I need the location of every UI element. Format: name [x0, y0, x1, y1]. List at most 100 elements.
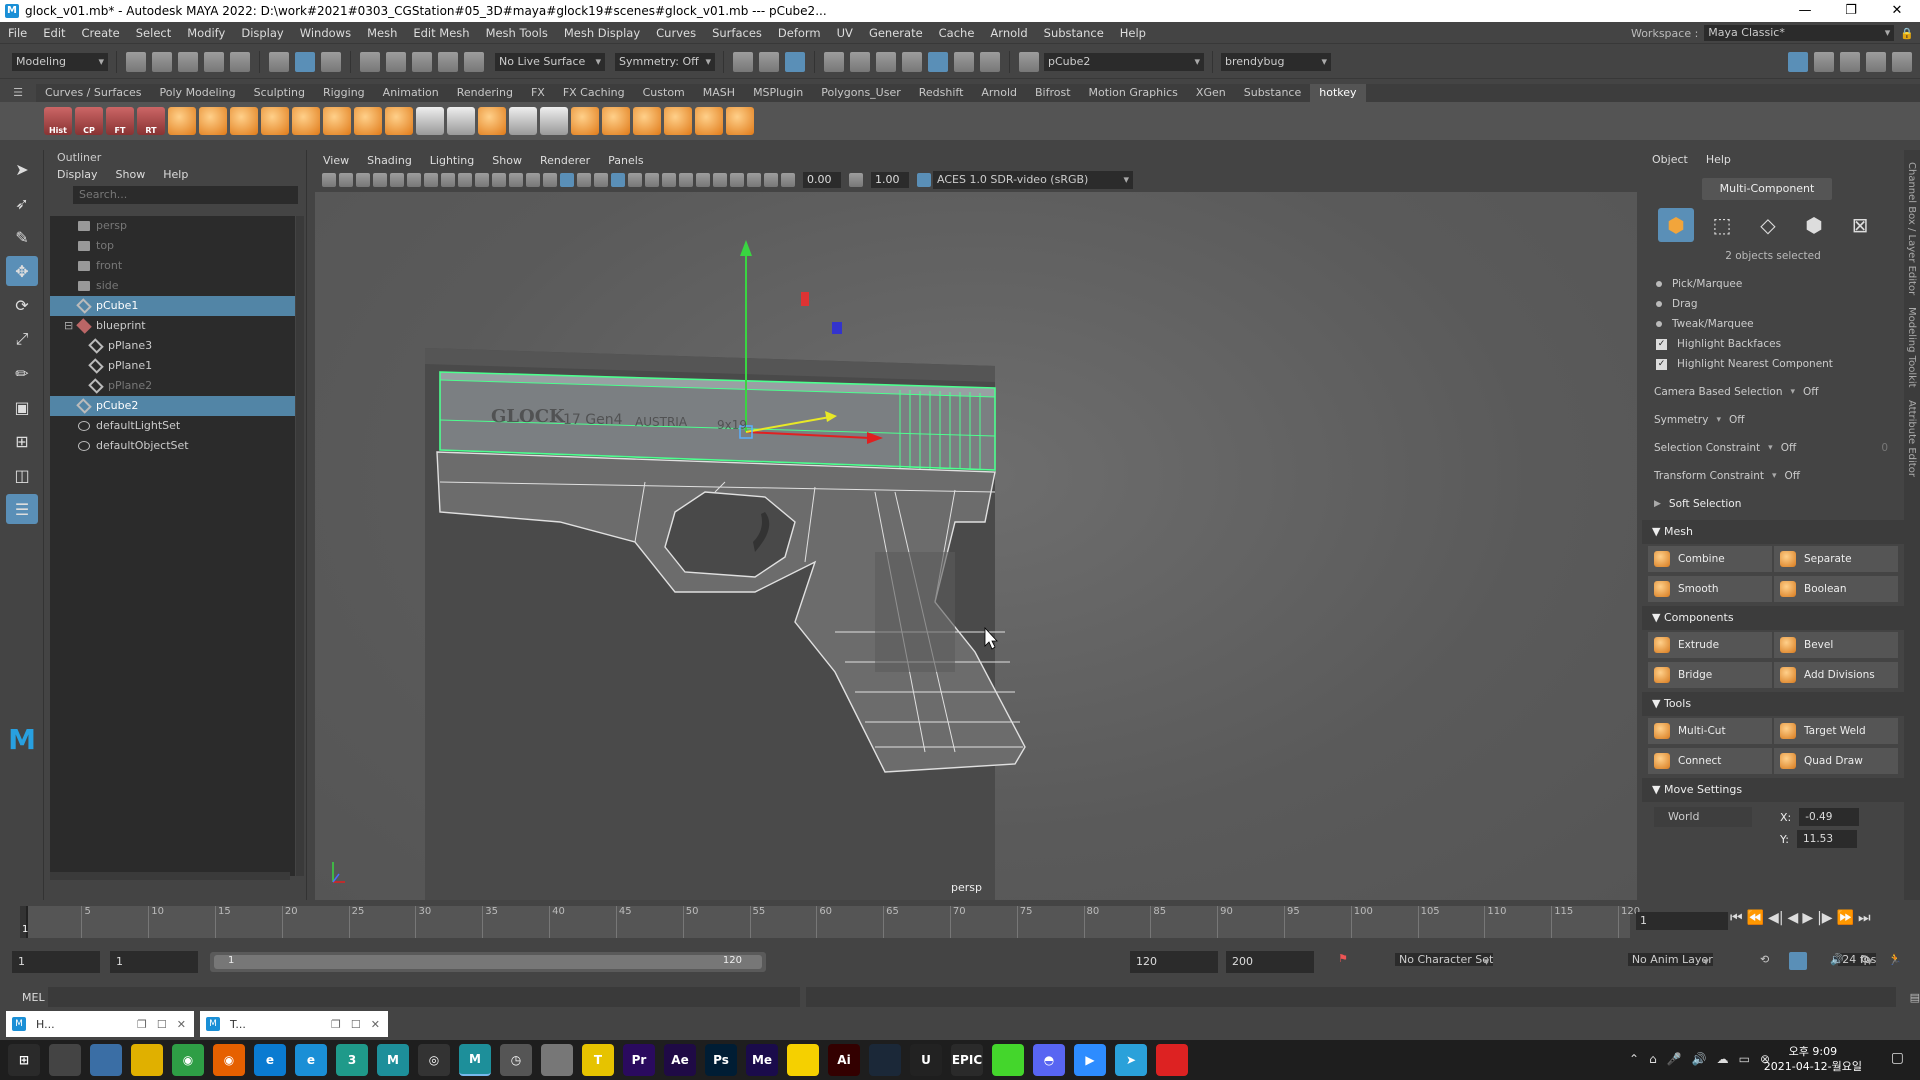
shadows-icon[interactable]	[645, 173, 659, 187]
bridge-button[interactable]: Bridge	[1648, 662, 1772, 688]
isolate-select-icon[interactable]	[713, 173, 727, 187]
menu-windows[interactable]: Windows	[292, 26, 359, 40]
extrude-icon[interactable]	[571, 107, 599, 135]
bridge-icon[interactable]	[602, 107, 630, 135]
menu-create[interactable]: Create	[74, 26, 128, 40]
shelf-tab-animation[interactable]: Animation	[374, 84, 448, 102]
four-view-icon[interactable]: ⊞	[6, 426, 38, 456]
new-scene-icon[interactable]	[126, 51, 146, 72]
object-mode-icon[interactable]: ⬢	[1658, 208, 1694, 242]
target-weld-button[interactable]: Target Weld	[1774, 718, 1898, 744]
scene-start-field[interactable]: 1	[12, 951, 100, 973]
side-tab[interactable]: Modeling Toolkit	[1906, 307, 1917, 388]
snap-curve-icon[interactable]	[386, 51, 406, 72]
shelf-tab-motion-graphics[interactable]: Motion Graphics	[1080, 84, 1187, 102]
step-back-key-icon[interactable]: ⏪	[1747, 910, 1764, 926]
save-scene-icon[interactable]	[178, 51, 198, 72]
menu-display[interactable]: Display	[233, 26, 291, 40]
channel-box-icon[interactable]	[1892, 51, 1912, 72]
toggle-ui-icon[interactable]	[1788, 51, 1808, 72]
boolean-icon[interactable]	[726, 107, 754, 135]
render-current-icon[interactable]	[824, 51, 844, 72]
shelf-tab-sculpting[interactable]: Sculpting	[245, 84, 314, 102]
center-pivot-icon[interactable]	[416, 107, 444, 135]
viewport-canvas[interactable]: GLOCK 17 Gen4 AUSTRIA 9x19 persp	[315, 192, 1637, 900]
playback-end-field[interactable]: 120	[1130, 951, 1218, 973]
step-forward-frame-icon[interactable]: |▶	[1817, 910, 1832, 926]
quad-draw-button[interactable]: Quad Draw	[1774, 748, 1898, 774]
section-header-tools[interactable]: ▼ Tools	[1642, 692, 1904, 716]
field-chart-icon[interactable]	[492, 173, 506, 187]
dropdown-arrow-icon[interactable]: ▾	[1768, 443, 1773, 453]
pick-option[interactable]: Drag	[1642, 294, 1904, 314]
files-icon[interactable]	[131, 1044, 163, 1076]
wireframe-icon[interactable]	[543, 173, 557, 187]
play-backward-icon[interactable]: ◀	[1788, 910, 1799, 926]
viewport-menu-view[interactable]: View	[323, 152, 349, 170]
redo-icon[interactable]	[230, 51, 250, 72]
grease-pencil-icon[interactable]	[407, 173, 421, 187]
open-scene-icon[interactable]	[152, 51, 172, 72]
menu-help[interactable]: Help	[1112, 26, 1154, 40]
select-hierarchy-icon[interactable]	[269, 51, 289, 72]
mel-label[interactable]: MEL	[0, 991, 48, 1004]
tray-chevron-icon[interactable]: ⌃	[1629, 1052, 1639, 1066]
obs-icon[interactable]: ◎	[418, 1044, 450, 1076]
shelf-menu-icon[interactable]: ☰	[0, 86, 36, 99]
shelf-tab-hotkey[interactable]: hotkey	[1310, 84, 1366, 102]
notification-icon[interactable]: ▢	[1891, 1050, 1904, 1066]
clock-icon[interactable]: ◷	[500, 1044, 532, 1076]
anim-prefs-icon[interactable]: ⚙	[1860, 953, 1870, 966]
mic-icon[interactable]: 🎤	[1667, 1052, 1682, 1066]
outliner-menu-help[interactable]: Help	[163, 166, 188, 184]
maximize-icon[interactable]: ☐	[157, 1018, 167, 1031]
select-component-icon[interactable]	[321, 51, 341, 72]
hypershade-icon[interactable]	[928, 51, 948, 72]
safe-title-icon[interactable]	[526, 173, 540, 187]
script-editor-icon[interactable]: ▤	[1910, 991, 1920, 1004]
side-tab[interactable]: Attribute Editor	[1906, 400, 1917, 477]
menu-mesh[interactable]: Mesh	[359, 26, 405, 40]
epic-icon[interactable]: EPIC	[951, 1044, 983, 1076]
symmetry-dropdown[interactable]: Symmetry: Off	[615, 52, 715, 71]
maximize-icon[interactable]: ☐	[351, 1018, 361, 1031]
dropdown-arrow-icon[interactable]: ▾	[1791, 387, 1796, 397]
checkbox-checked-icon[interactable]: ✓	[1656, 358, 1667, 370]
outliner-item[interactable]: defaultLightSet	[50, 416, 295, 436]
outliner-item[interactable]: pCube1	[50, 296, 295, 316]
shelf-tab-bifrost[interactable]: Bifrost	[1026, 84, 1080, 102]
shelf-tab-substance[interactable]: Substance	[1235, 84, 1311, 102]
side-tab[interactable]: Channel Box / Layer Editor	[1906, 162, 1917, 295]
go-to-start-icon[interactable]: ⏮	[1730, 910, 1743, 926]
minimized-window[interactable]: M H... ❐ ☐ ✕	[6, 1011, 194, 1037]
exposure-icon[interactable]	[781, 173, 795, 187]
input-field-toggle-icon[interactable]	[1019, 51, 1039, 72]
firefox-icon[interactable]: ◉	[213, 1044, 245, 1076]
bevel-button[interactable]: Bevel	[1774, 632, 1898, 658]
2d-pan-icon[interactable]	[390, 173, 404, 187]
timeline-track[interactable]: 1 5 10 15 20 25 30 35 40 45 50 55 60 65 70 75 80 85 90 95 1…	[20, 906, 1640, 938]
section-header-mesh[interactable]: ▼ Mesh	[1642, 520, 1904, 544]
restore-icon[interactable]: ❐	[331, 1018, 341, 1031]
steam-icon[interactable]	[869, 1044, 901, 1076]
shelf-tab-fx[interactable]: FX	[522, 84, 554, 102]
hist-shelf-button[interactable]: Hist	[44, 107, 72, 135]
illustrator-icon[interactable]: Ai	[828, 1044, 860, 1076]
xray-icon[interactable]	[730, 173, 744, 187]
notes-icon[interactable]	[787, 1044, 819, 1076]
setting-row[interactable]: Camera Based Selection ▾ Off	[1642, 378, 1904, 406]
minimize-icon[interactable]: —	[1782, 0, 1828, 22]
mudbox-icon[interactable]	[541, 1044, 573, 1076]
menu-curves[interactable]: Curves	[648, 26, 704, 40]
network-icon[interactable]: ⌂	[1649, 1052, 1657, 1066]
auto-key-icon[interactable]: ⚑	[1338, 952, 1348, 965]
antialias-icon[interactable]	[696, 173, 710, 187]
extrude-button[interactable]: Extrude	[1648, 632, 1772, 658]
edge-icon[interactable]: e	[254, 1044, 286, 1076]
move-settings-header[interactable]: ▼ Move Settings	[1642, 778, 1904, 802]
xray-components-icon[interactable]	[764, 173, 778, 187]
cylinder-icon[interactable]	[230, 107, 258, 135]
camera-select-icon[interactable]	[322, 173, 336, 187]
camera-attr-icon[interactable]	[339, 173, 353, 187]
move-y-field[interactable]: 11.53	[1796, 830, 1857, 848]
